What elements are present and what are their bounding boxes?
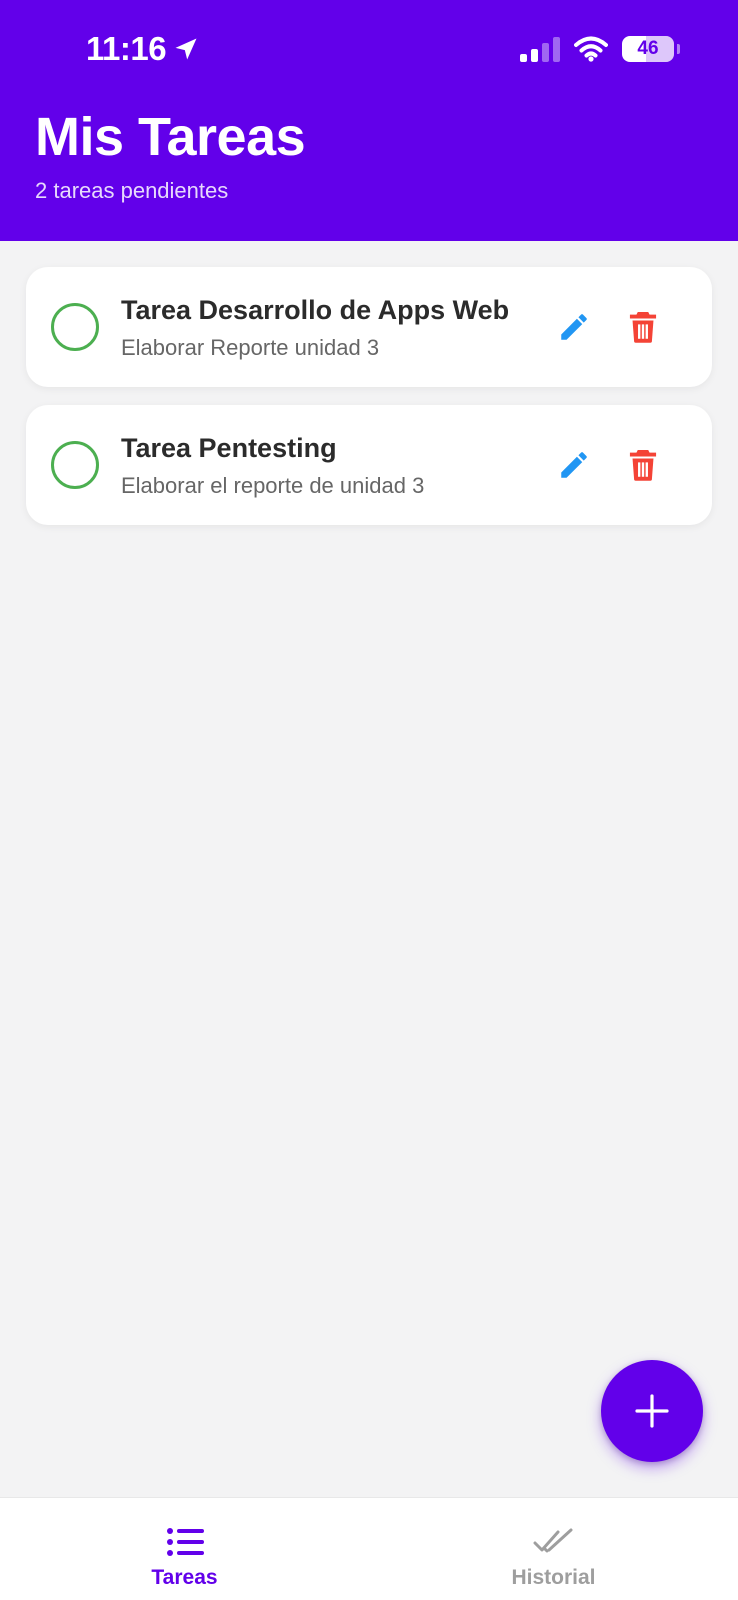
task-description: Elaborar Reporte unidad 3 — [121, 335, 380, 360]
status-time: 11:16 — [86, 30, 200, 68]
pencil-icon — [561, 314, 587, 340]
wifi-icon — [574, 36, 608, 62]
pending-count: 2 tareas pendientes — [35, 178, 229, 203]
nav-tab-historial[interactable]: Historial — [369, 1498, 738, 1600]
status-time-text: 11:16 — [86, 30, 167, 67]
task-card[interactable]: Tarea Pentesting Elaborar el reporte de … — [26, 405, 712, 525]
page-title: Mis Tareas — [35, 107, 306, 167]
battery-level: 46 — [637, 38, 659, 59]
complete-task-checkbox[interactable] — [51, 303, 99, 351]
add-task-button[interactable] — [601, 1360, 703, 1462]
delete-task-button[interactable] — [623, 445, 663, 485]
trash-icon — [629, 311, 657, 343]
task-description: Elaborar el reporte de unidad 3 — [121, 473, 425, 498]
edit-task-button[interactable] — [554, 445, 594, 485]
complete-task-checkbox[interactable] — [51, 441, 99, 489]
delete-task-button[interactable] — [623, 307, 663, 347]
list-icon — [166, 1528, 204, 1556]
plus-icon — [635, 1394, 669, 1428]
nav-tab-tareas[interactable]: Tareas — [0, 1498, 369, 1600]
status-indicators: 46 — [520, 36, 680, 62]
location-arrow-icon — [175, 38, 197, 60]
app-header: 11:16 46 Mis Tareas 2 tareas pendientes — [0, 0, 738, 241]
bottom-navigation: Tareas Historial — [0, 1497, 738, 1600]
cellular-signal-icon — [520, 36, 560, 62]
task-title: Tarea Desarrollo de Apps Web — [121, 295, 510, 325]
task-card[interactable]: Tarea Desarrollo de Apps Web Elaborar Re… — [26, 267, 712, 387]
double-check-icon — [533, 1528, 572, 1553]
status-bar: 11:16 46 — [0, 0, 738, 100]
nav-label-historial: Historial — [511, 1566, 596, 1589]
task-title: Tarea Pentesting — [121, 433, 337, 463]
pencil-icon — [561, 452, 587, 478]
nav-label-tareas: Tareas — [151, 1566, 218, 1589]
trash-icon — [629, 449, 657, 481]
battery-icon: 46 — [622, 36, 680, 62]
edit-task-button[interactable] — [554, 307, 594, 347]
